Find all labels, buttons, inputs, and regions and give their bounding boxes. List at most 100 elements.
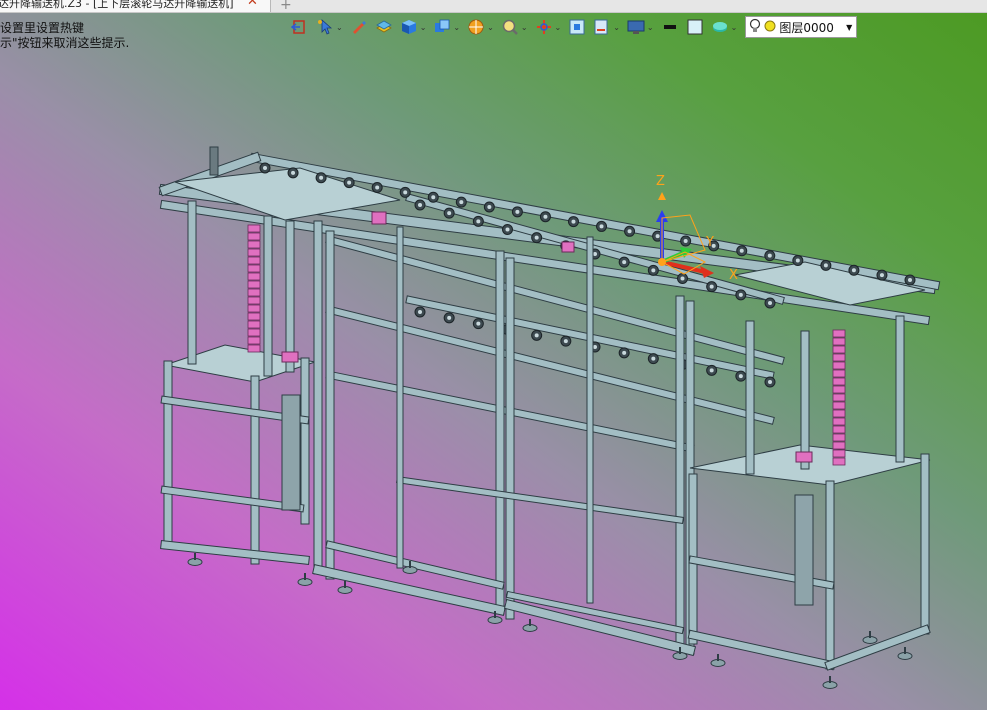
roller-hub — [767, 253, 772, 258]
left-drag-chain-link — [247, 344, 261, 353]
right-lift-table — [689, 444, 931, 486]
roller-hub — [563, 339, 568, 344]
zoom-button[interactable]: ⌄ — [498, 16, 531, 38]
display-button[interactable]: ⌄ — [624, 16, 657, 38]
motor-detail — [281, 351, 299, 363]
triad-x-label: X — [729, 268, 738, 283]
roller-hub — [403, 190, 408, 195]
layer-select[interactable]: 图层0000 ▼ — [745, 16, 858, 38]
chevron-down-icon[interactable]: ⌄ — [555, 23, 562, 32]
roller-hub — [879, 273, 884, 278]
roller-hub — [459, 200, 464, 205]
right-drag-chain-link — [832, 401, 846, 410]
render-button[interactable]: ⌄ — [464, 16, 497, 38]
chevron-down-icon[interactable]: ⌄ — [521, 23, 528, 32]
right-drag-chain-link — [832, 345, 846, 354]
view-cube-button[interactable]: ⌄ — [430, 16, 463, 38]
lightbulb-icon — [749, 18, 761, 37]
right-drag-chain-link — [832, 409, 846, 418]
material-button[interactable]: ⌄ — [708, 16, 741, 38]
new-tab-icon[interactable]: + — [280, 0, 292, 13]
zoom-icon — [501, 18, 519, 36]
chevron-down-icon[interactable]: ⌄ — [420, 23, 427, 32]
roller-hub — [622, 350, 627, 355]
left-drag-chain-link — [247, 240, 261, 249]
roller-hub — [651, 268, 656, 273]
chevron-down-icon[interactable]: ⌄ — [647, 23, 654, 32]
pointer-icon — [316, 18, 334, 36]
right-drag-chain-link — [832, 353, 846, 362]
left-drag-chain-link — [247, 288, 261, 297]
color-swatch-button[interactable] — [683, 16, 707, 38]
triad-origin — [658, 258, 666, 266]
roller-hub — [768, 380, 772, 384]
roller-hub — [599, 224, 604, 229]
left-drag-chain-link — [247, 224, 261, 233]
roller-hub — [487, 204, 492, 209]
chevron-down-icon[interactable]: ⌄ — [487, 23, 494, 32]
render-icon — [467, 18, 485, 36]
center-cross-rail — [397, 477, 683, 523]
left-drag-chain-link — [247, 272, 261, 281]
exit-button[interactable] — [288, 16, 312, 38]
left-drag-chain-link — [247, 232, 261, 241]
line-style-button[interactable] — [658, 16, 682, 38]
right-drag-chain-link — [832, 385, 846, 394]
3d-viewport[interactable]: Z X Y 达升降输送机.Z3 - [上下层滚轮马达升降输送机] ✕ + 设置里… — [0, 0, 987, 710]
roller-hub — [431, 195, 436, 200]
conveyor-model[interactable]: Z X Y — [0, 0, 987, 710]
roller-hub — [534, 333, 539, 338]
frame-button[interactable] — [565, 16, 589, 38]
left-drag-chain-link — [247, 312, 261, 321]
layer-color-icon — [764, 20, 776, 35]
chevron-down-icon[interactable]: ▼ — [846, 23, 852, 32]
layers-button[interactable] — [372, 16, 396, 38]
roller-hub — [768, 301, 772, 305]
close-tab-icon[interactable]: ✕ — [247, 0, 258, 8]
roller-hub — [627, 229, 632, 234]
roller-hub — [851, 268, 856, 273]
document-tab[interactable]: 达升降输送机.Z3 - [上下层滚轮马达升降输送机] ✕ — [0, 0, 271, 12]
roller-hub — [291, 170, 296, 175]
left-bracket — [209, 146, 219, 176]
roller-hub — [447, 211, 452, 216]
roller-hub — [680, 276, 685, 281]
roller-hub — [593, 345, 597, 349]
chevron-down-icon[interactable]: ⌄ — [336, 23, 343, 32]
left-drag-chain-link — [247, 296, 261, 305]
roller-hub — [347, 180, 352, 185]
left-drag-chain-link — [247, 264, 261, 273]
right-drag-chain-link — [832, 329, 846, 338]
left-drag-chain-link — [247, 248, 261, 257]
roller-hub — [739, 248, 744, 253]
pen-button[interactable] — [347, 16, 371, 38]
orient-button[interactable]: ⌄ — [532, 16, 565, 38]
left-lift-cylinder — [281, 394, 301, 511]
hint-line-2: 示"按钮来取消这些提示. — [0, 36, 130, 50]
chevron-down-icon[interactable]: ⌄ — [453, 23, 460, 32]
color-swatch-icon — [686, 18, 704, 36]
roller-hub — [447, 315, 452, 320]
triad-z-cone — [658, 192, 666, 200]
roller-hub — [823, 263, 828, 268]
left-base-rail — [161, 541, 309, 564]
right-drag-chain-link — [832, 449, 846, 458]
right-drag-chain-link — [832, 369, 846, 378]
triad-y-label: Y — [705, 235, 714, 250]
roller-hub — [476, 321, 481, 326]
document-tab-bar: 达升降输送机.Z3 - [上下层滚轮马达升降输送机] ✕ + — [0, 0, 987, 13]
line-style-icon — [661, 18, 679, 36]
roller-hub — [263, 166, 267, 170]
cube-button[interactable]: ⌄ — [397, 16, 430, 38]
motor-detail — [371, 211, 387, 225]
chevron-down-icon[interactable]: ⌄ — [613, 23, 620, 32]
chevron-down-icon[interactable]: ⌄ — [731, 23, 738, 32]
roller-hub — [622, 260, 627, 265]
pointer-button[interactable]: ⌄ — [313, 16, 346, 38]
right-base-rail-side — [825, 625, 930, 670]
left-drag-chain-link — [247, 304, 261, 313]
material-icon — [711, 18, 729, 36]
view-cube-icon — [433, 18, 451, 36]
section-button[interactable]: ⌄ — [590, 16, 623, 38]
right-drag-chain-link — [832, 393, 846, 402]
